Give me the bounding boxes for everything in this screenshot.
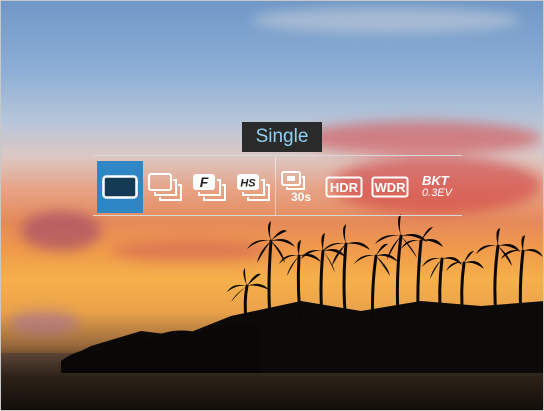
- hdr-icon: HDR: [325, 176, 363, 198]
- drive-mode-option-wdr[interactable]: WDR: [369, 161, 411, 213]
- single-shot-icon: [102, 175, 138, 199]
- bracketing-ev-label: 0.3EV: [422, 187, 452, 199]
- bracketing-label: BKT: [422, 173, 449, 188]
- menu-divider-bottom: [93, 215, 462, 216]
- fast-continuous-icon-label: F: [200, 174, 209, 190]
- drive-mode-option-interval[interactable]: 30s: [279, 161, 319, 213]
- bracketing-icon: BKT 0.3EV: [422, 174, 452, 200]
- drive-mode-option-high-speed[interactable]: HS: [233, 161, 273, 213]
- hdr-icon-label: HDR: [330, 180, 359, 195]
- drive-mode-option-continuous[interactable]: [145, 161, 185, 213]
- interval-icon-label: 30s: [291, 190, 311, 204]
- drive-mode-option-single[interactable]: [97, 161, 143, 213]
- drive-mode-label: Single: [242, 122, 322, 152]
- menu-divider-top: [93, 155, 462, 156]
- drive-mode-option-fast[interactable]: F: [189, 161, 229, 213]
- drive-mode-option-hdr[interactable]: HDR: [323, 161, 365, 213]
- camera-live-view: Single F HS 30s HDR WDR BKT 0.3EV: [0, 0, 544, 411]
- high-speed-icon-label: HS: [240, 178, 256, 190]
- continuous-shot-icon: [148, 173, 182, 201]
- menu-separator: [275, 157, 276, 215]
- drive-mode-option-bracketing[interactable]: BKT 0.3EV: [415, 161, 459, 213]
- fast-continuous-icon: F: [193, 174, 226, 201]
- wdr-icon-label: WDR: [374, 180, 406, 195]
- wdr-icon: WDR: [371, 176, 409, 198]
- interval-timer-icon: 30s: [281, 171, 311, 204]
- high-speed-continuous-icon: HS: [237, 174, 270, 201]
- drive-mode-menu: F HS 30s HDR WDR BKT 0.3EV: [93, 157, 462, 215]
